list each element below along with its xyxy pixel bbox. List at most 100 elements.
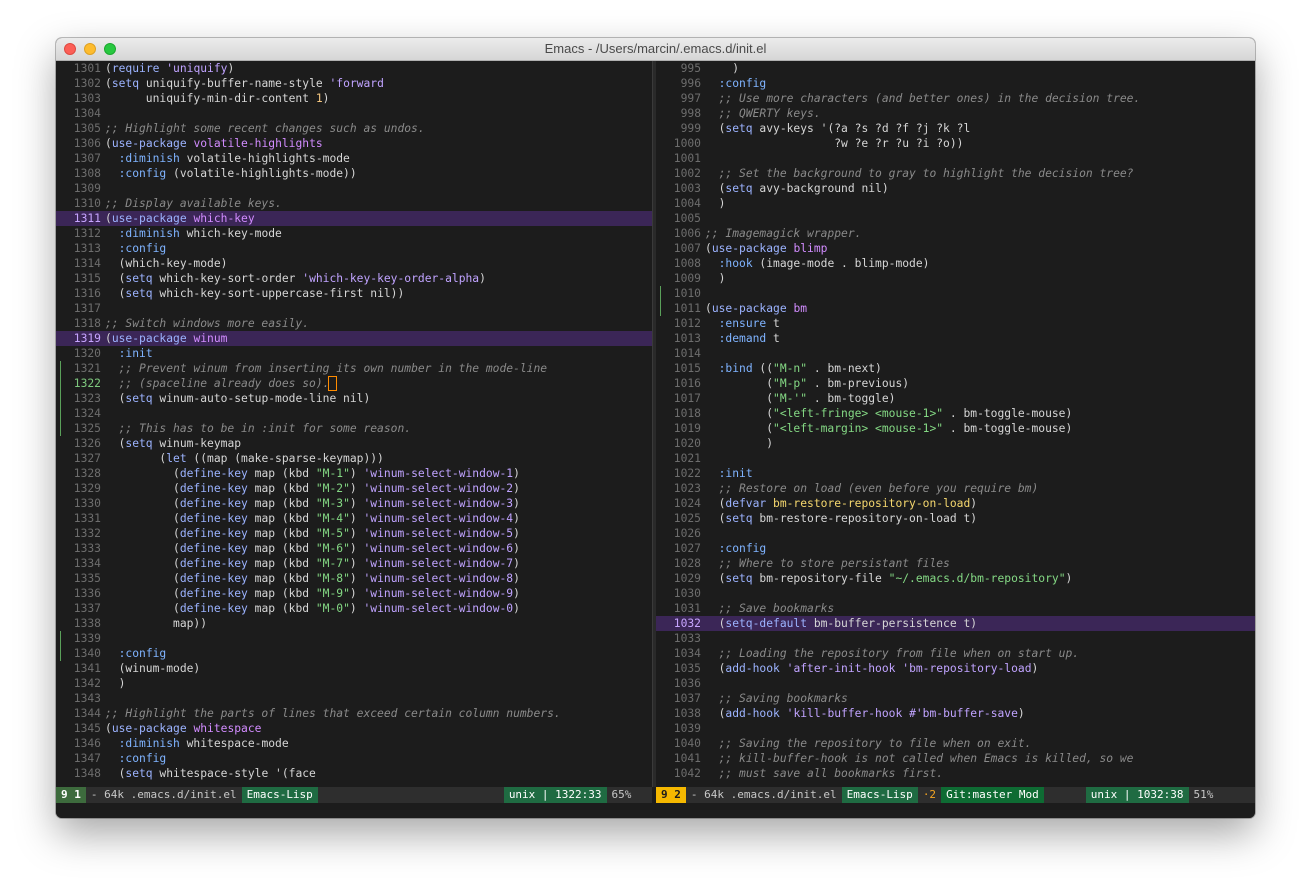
code-line[interactable]: 1324	[56, 406, 652, 421]
code-line[interactable]: 1320 :init	[56, 346, 652, 361]
code-line[interactable]: 1343	[56, 691, 652, 706]
buffer-info[interactable]: - 64k .emacs.d/init.el	[686, 787, 842, 803]
code-line[interactable]: 1038 (add-hook 'kill-buffer-hook #'bm-bu…	[656, 706, 1255, 721]
code-line[interactable]: 1303 uniquify-min-dir-content 1)	[56, 91, 652, 106]
code-line[interactable]: 1328 (define-key map (kbd "M-1") 'winum-…	[56, 466, 652, 481]
code-line[interactable]: 1007 (use-package blimp	[656, 241, 1255, 256]
code-line[interactable]: 1316 (setq which-key-sort-uppercase-firs…	[56, 286, 652, 301]
code-line[interactable]: 1008 :hook (image-mode . blimp-mode)	[656, 256, 1255, 271]
code-line[interactable]: 1025 (setq bm-restore-repository-on-load…	[656, 511, 1255, 526]
code-line[interactable]: 1009 )	[656, 271, 1255, 286]
code-line[interactable]: 1337 (define-key map (kbd "M-0") 'winum-…	[56, 601, 652, 616]
buffer-info[interactable]: - 64k .emacs.d/init.el	[86, 787, 242, 803]
code-line[interactable]: 1011 (use-package bm	[656, 301, 1255, 316]
code-line[interactable]: 1334 (define-key map (kbd "M-7") 'winum-…	[56, 556, 652, 571]
code-line[interactable]: 1326 (setq winum-keymap	[56, 436, 652, 451]
code-line[interactable]: 1024 (defvar bm-restore-repository-on-lo…	[656, 496, 1255, 511]
code-line[interactable]: 1313 :config	[56, 241, 652, 256]
code-line[interactable]: 1348 (setq whitespace-style '(face	[56, 766, 652, 781]
code-line[interactable]: 1302 (setq uniquify-buffer-name-style 'fo…	[56, 76, 652, 91]
code-line[interactable]: 1001	[656, 151, 1255, 166]
code-line[interactable]: 1039	[656, 721, 1255, 736]
code-line[interactable]: 1028 ;; Where to store persistant files	[656, 556, 1255, 571]
code-line[interactable]: 1015 :bind (("M-n" . bm-next)	[656, 361, 1255, 376]
code-line[interactable]: 1020 )	[656, 436, 1255, 451]
code-line[interactable]: 1308 :config (volatile-highlights-mode))	[56, 166, 652, 181]
code-line[interactable]: 1329 (define-key map (kbd "M-2") 'winum-…	[56, 481, 652, 496]
code-line[interactable]: 1319 (use-package winum	[56, 331, 652, 346]
code-line[interactable]: 1309	[56, 181, 652, 196]
code-line[interactable]: 1341 (winum-mode)	[56, 661, 652, 676]
code-line[interactable]: 1327 (let ((map (make-sparse-keymap)))	[56, 451, 652, 466]
code-line[interactable]: 1005	[656, 211, 1255, 226]
code-line[interactable]: 1003 (setq avy-background nil)	[656, 181, 1255, 196]
code-line[interactable]: 1322 ;; (spaceline already does so).	[56, 376, 652, 391]
code-line[interactable]: 1315 (setq which-key-sort-order 'which-k…	[56, 271, 652, 286]
code-line[interactable]: 1301 (require 'uniquify)	[56, 61, 652, 76]
code-line[interactable]: 1000 ?w ?e ?r ?u ?i ?o))	[656, 136, 1255, 151]
code-line[interactable]: 1031 ;; Save bookmarks	[656, 601, 1255, 616]
code-line[interactable]: 1304	[56, 106, 652, 121]
code-line[interactable]: 1339	[56, 631, 652, 646]
code-line[interactable]: 1325 ;; This has to be in :init for some…	[56, 421, 652, 436]
code-line[interactable]: 1006 ;; Imagemagick wrapper.	[656, 226, 1255, 241]
code-line[interactable]: 1306 (use-package volatile-highlights	[56, 136, 652, 151]
code-line[interactable]: 1014	[656, 346, 1255, 361]
code-line[interactable]: 1022 :init	[656, 466, 1255, 481]
code-line[interactable]: 1318 ;; Switch windows more easily.	[56, 316, 652, 331]
code-line[interactable]: 1026	[656, 526, 1255, 541]
code-line[interactable]: 1311 (use-package which-key	[56, 211, 652, 226]
code-line[interactable]: 1307 :diminish volatile-highlights-mode	[56, 151, 652, 166]
code-line[interactable]: 1002 ;; Set the background to gray to hi…	[656, 166, 1255, 181]
code-line[interactable]: 1017 ("M-'" . bm-toggle)	[656, 391, 1255, 406]
code-line[interactable]: 1305 ;; Highlight some recent changes suc…	[56, 121, 652, 136]
code-line[interactable]: 1004 )	[656, 196, 1255, 211]
code-line[interactable]: 1037 ;; Saving bookmarks	[656, 691, 1255, 706]
code-line[interactable]: 1042 ;; must save all bookmarks first.	[656, 766, 1255, 781]
code-line[interactable]: 1317	[56, 301, 652, 316]
code-line[interactable]: 998 ;; QWERTY keys.	[656, 106, 1255, 121]
code-line[interactable]: 1013 :demand t	[656, 331, 1255, 346]
code-line[interactable]: 1021	[656, 451, 1255, 466]
flycheck-warnings[interactable]: ·2	[918, 787, 941, 803]
code-line[interactable]: 1027 :config	[656, 541, 1255, 556]
code-line[interactable]: 1342 )	[56, 676, 652, 691]
code-line[interactable]: 1344 ;; Highlight the parts of lines that…	[56, 706, 652, 721]
code-line[interactable]: 1032 (setq-default bm-buffer-persistence…	[656, 616, 1255, 631]
code-line[interactable]: 1323 (setq winum-auto-setup-mode-line ni…	[56, 391, 652, 406]
code-line[interactable]: 1314 (which-key-mode)	[56, 256, 652, 271]
code-line[interactable]: 1310 ;; Display available keys.	[56, 196, 652, 211]
git-branch[interactable]: Git:master Mod	[941, 787, 1044, 803]
window-number-badge-active[interactable]: 9 2	[656, 787, 686, 803]
code-line[interactable]: 996 :config	[656, 76, 1255, 91]
code-line[interactable]: 1332 (define-key map (kbd "M-5") 'winum-…	[56, 526, 652, 541]
code-line[interactable]: 1347 :config	[56, 751, 652, 766]
code-line[interactable]: 1340 :config	[56, 646, 652, 661]
code-line[interactable]: 999 (setq avy-keys '(?a ?s ?d ?f ?j ?k ?…	[656, 121, 1255, 136]
code-line[interactable]: 1335 (define-key map (kbd "M-8") 'winum-…	[56, 571, 652, 586]
code-line[interactable]: 1312 :diminish which-key-mode	[56, 226, 652, 241]
code-line[interactable]: 1030	[656, 586, 1255, 601]
code-line[interactable]: 1034 ;; Loading the repository from file…	[656, 646, 1255, 661]
code-line[interactable]: 1330 (define-key map (kbd "M-3") 'winum-…	[56, 496, 652, 511]
editor-pane-left[interactable]: 1301 (require 'uniquify) 1302 (setq uniquif…	[56, 61, 652, 787]
code-line[interactable]: 1345 (use-package whitespace	[56, 721, 652, 736]
code-line[interactable]: 1336 (define-key map (kbd "M-9") 'winum-…	[56, 586, 652, 601]
code-line[interactable]: 1333 (define-key map (kbd "M-6") 'winum-…	[56, 541, 652, 556]
code-line[interactable]: 1041 ;; kill-buffer-hook is not called w…	[656, 751, 1255, 766]
code-line[interactable]: 1010	[656, 286, 1255, 301]
code-line[interactable]: 1019 ("<left-margin> <mouse-1>" . bm-tog…	[656, 421, 1255, 436]
code-line[interactable]: 1040 ;; Saving the repository to file wh…	[656, 736, 1255, 751]
code-line[interactable]: 1033	[656, 631, 1255, 646]
code-line[interactable]: 1331 (define-key map (kbd "M-4") 'winum-…	[56, 511, 652, 526]
code-line[interactable]: 1346 :diminish whitespace-mode	[56, 736, 652, 751]
code-line[interactable]: 995 )	[656, 61, 1255, 76]
code-line[interactable]: 997 ;; Use more characters (and better o…	[656, 91, 1255, 106]
mode-line-right[interactable]: 9 2- 64k .emacs.d/init.el Emacs-Lisp ·2 Git…	[656, 787, 1255, 803]
code-line[interactable]: 1321 ;; Prevent winum from inserting its…	[56, 361, 652, 376]
editor-pane-right[interactable]: 995 ) 996 :config 997 ;; Use more characte…	[656, 61, 1255, 787]
major-mode[interactable]: Emacs-Lisp	[841, 787, 918, 803]
window-number-badge[interactable]: 9 1	[56, 787, 86, 803]
code-line[interactable]: 1035 (add-hook 'after-init-hook 'bm-repo…	[656, 661, 1255, 676]
code-line[interactable]: 1338 map))	[56, 616, 652, 631]
